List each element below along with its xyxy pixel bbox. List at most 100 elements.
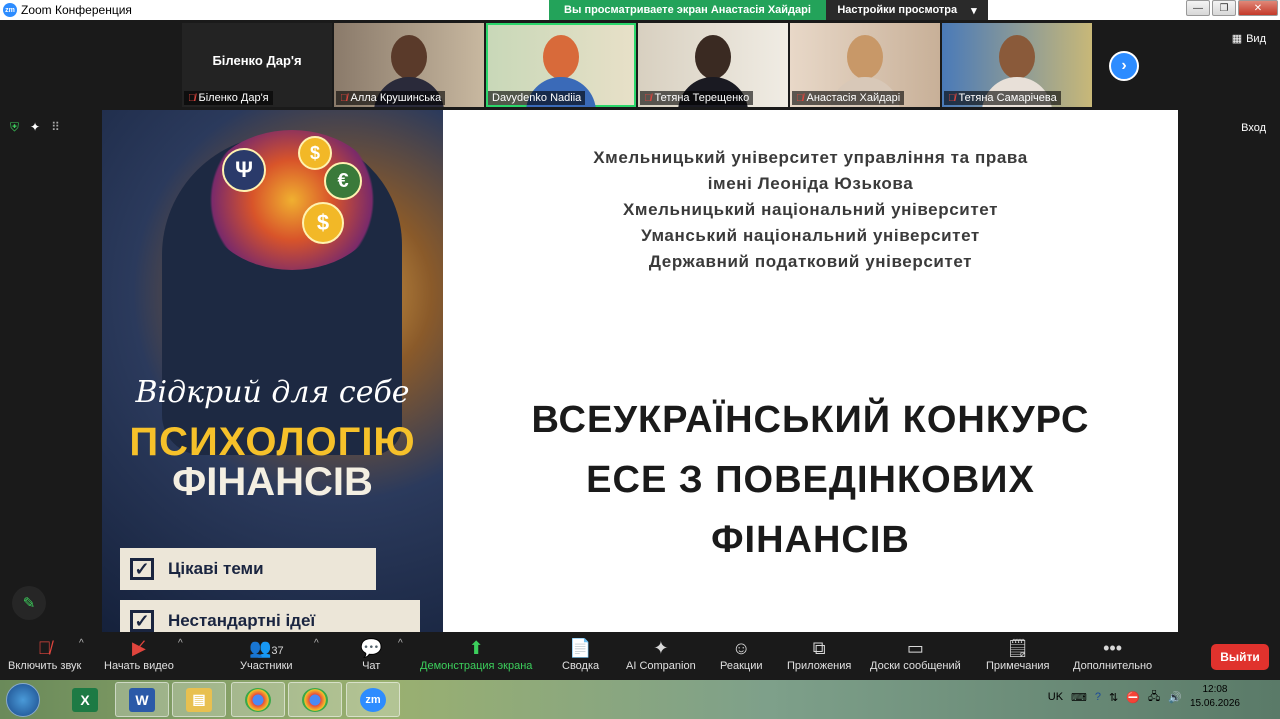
participant-label: 🎙̸ Тетяна Терещенко bbox=[640, 91, 754, 105]
screen-share-banner: Вы просматриваете экран Анастасія Хайдар… bbox=[549, 0, 826, 20]
euro-coin-icon: € bbox=[324, 162, 362, 200]
poster-check-label: Цікаві теми bbox=[168, 559, 264, 578]
participant-video-head bbox=[695, 35, 731, 79]
poster-check-item: ✓ Цікаві теми bbox=[120, 548, 376, 590]
tray-expand-icon[interactable]: ⇅ bbox=[1109, 691, 1118, 704]
participant-video-head bbox=[847, 35, 883, 79]
keyboard-icon[interactable]: ⌨ bbox=[1071, 691, 1087, 704]
leave-meeting-button[interactable]: Выйти bbox=[1211, 644, 1269, 670]
help-icon[interactable]: ? bbox=[1095, 691, 1101, 703]
taskbar-app-excel[interactable]: X bbox=[58, 682, 112, 717]
video-options-caret[interactable]: ^ bbox=[178, 638, 183, 649]
participant-tile[interactable]: 🎙̸ Анастасія Хайдарі bbox=[790, 23, 940, 107]
share-screen-label: Демонстрация экрана bbox=[420, 660, 533, 672]
university-line: Державний податковий університет bbox=[648, 252, 973, 271]
contest-title-line: ЕСЕ З ПОВЕДІНКОВИХ bbox=[586, 459, 1035, 501]
chevron-down-icon: ▾ bbox=[971, 4, 977, 17]
view-button[interactable]: ▦ Вид bbox=[1232, 32, 1266, 46]
participant-video-head bbox=[391, 35, 427, 79]
taskbar-clock[interactable]: 12:08 15.06.2026 bbox=[1190, 683, 1240, 711]
taskbar-app-chrome-profile[interactable] bbox=[288, 682, 342, 717]
mic-muted-icon: 🎙̸ bbox=[796, 92, 804, 104]
poster-image: Ψ $ € $ Відкрий для себе ПСИХОЛОГІЮ ФІНА… bbox=[102, 110, 443, 632]
poster-headline-2: ФІНАНСІВ bbox=[172, 460, 373, 504]
ai-companion-label: AI Companion bbox=[626, 660, 696, 672]
participant-tile[interactable]: Біленко Дар'я 🎙̸ Біленко Дар'я bbox=[182, 23, 332, 107]
participant-label: 🎙̸ Анастасія Хайдарі bbox=[792, 91, 905, 105]
dollar-coin-icon: $ bbox=[298, 136, 332, 170]
participants-button[interactable]: 👥37 Участники bbox=[240, 636, 293, 672]
language-indicator[interactable]: UK bbox=[1048, 691, 1063, 703]
participant-tile[interactable]: 🎙̸ Тетяна Терещенко bbox=[638, 23, 788, 107]
leave-label: Выйти bbox=[1220, 650, 1260, 664]
university-line: імені Леоніда Юзькова bbox=[707, 174, 914, 193]
zoom-icon: zm bbox=[360, 687, 386, 712]
taskbar-app-word[interactable]: W bbox=[115, 682, 169, 717]
taskbar-app-explorer[interactable]: ▤ bbox=[172, 682, 226, 717]
volume-icon[interactable]: 🔊 bbox=[1168, 691, 1182, 704]
participant-tile[interactable]: 🎙̸ Алла Крушинська bbox=[334, 23, 484, 107]
sparkle-icon[interactable]: ✦ bbox=[30, 120, 40, 135]
windows-start-button[interactable] bbox=[6, 683, 40, 717]
next-participants-button[interactable]: › bbox=[1109, 51, 1139, 81]
share-screen-icon: ⬆ bbox=[468, 638, 484, 658]
participants-options-caret[interactable]: ^ bbox=[314, 638, 319, 649]
chat-icon: 💬 bbox=[360, 638, 383, 658]
grid-icon[interactable]: ⠿ bbox=[51, 120, 60, 135]
camera-off-icon: ▶̸ bbox=[132, 638, 146, 658]
contest-title-line: ВСЕУКРАЇНСЬКИЙ КОНКУРС bbox=[531, 399, 1090, 441]
participant-video-head bbox=[543, 35, 579, 79]
folder-icon: ▤ bbox=[186, 687, 212, 712]
close-button[interactable]: ✕ bbox=[1238, 0, 1278, 16]
chevron-right-icon: › bbox=[1121, 57, 1127, 74]
more-button[interactable]: ••• Дополнительно bbox=[1073, 636, 1152, 672]
poster-headline-1: ПСИХОЛОГІЮ bbox=[129, 420, 416, 464]
summary-icon: 📄 bbox=[569, 638, 592, 658]
participant-label: 🎙̸ Тетяна Самарічева bbox=[944, 91, 1061, 105]
whiteboards-label: Доски сообщений bbox=[870, 660, 961, 672]
chrome-icon bbox=[302, 687, 328, 712]
chat-button[interactable]: 💬 Чат bbox=[360, 636, 382, 672]
participant-tile-active-speaker[interactable]: Davydenko Nadiia bbox=[486, 23, 636, 107]
participant-name: Davydenko Nadiia bbox=[492, 92, 582, 104]
participant-tile[interactable]: 🎙̸ Тетяна Самарічева bbox=[942, 23, 1092, 107]
share-screen-button[interactable]: ⬆ Демонстрация экрана bbox=[420, 636, 532, 672]
ai-companion-button[interactable]: ✦ AI Companion bbox=[626, 636, 696, 672]
participant-name: Тетяна Самарічева bbox=[958, 92, 1057, 104]
participant-label: 🎙̸ Алла Крушинська bbox=[336, 91, 446, 105]
smiley-icon: ☺ bbox=[732, 638, 751, 658]
unmute-button[interactable]: 🎙̸ Включить звук bbox=[8, 636, 81, 672]
start-video-button[interactable]: ▶̸ Начать видео bbox=[104, 636, 174, 672]
windows-taskbar: X W ▤ zm UK ⌨ ? ⇅ ⛔ 🖧 🔊 12:08 15.06.2026 bbox=[0, 680, 1280, 719]
poster-check-item: ✓ Нестандартні ідеї bbox=[120, 600, 420, 632]
minimize-button[interactable]: — bbox=[1186, 0, 1210, 16]
view-label: Вид bbox=[1246, 32, 1266, 45]
summary-button[interactable]: 📄 Сводка bbox=[562, 636, 599, 672]
view-settings-button[interactable]: Настройки просмотра ▾ bbox=[826, 0, 988, 20]
participants-label: Участники bbox=[240, 660, 293, 672]
audio-options-caret[interactable]: ^ bbox=[79, 638, 84, 649]
antivirus-icon[interactable]: ⛔ bbox=[1126, 691, 1140, 704]
reactions-button[interactable]: ☺ Реакции bbox=[720, 636, 763, 672]
whiteboard-icon: ▭ bbox=[906, 638, 924, 658]
maximize-button[interactable]: ❐ bbox=[1212, 0, 1236, 16]
chrome-icon bbox=[245, 687, 271, 712]
exit-fullscreen-button[interactable]: Вход bbox=[1241, 122, 1266, 134]
taskbar-app-zoom[interactable]: zm bbox=[346, 682, 400, 717]
notes-button[interactable]: 🗒 Примечания bbox=[986, 636, 1050, 672]
network-icon[interactable]: 🖧 bbox=[1148, 688, 1160, 707]
clock-date: 15.06.2026 bbox=[1189, 698, 1240, 709]
poster-script-line: Відкрий для себе bbox=[135, 375, 410, 410]
whiteboards-button[interactable]: ▭ Доски сообщений bbox=[870, 636, 961, 672]
apps-button[interactable]: ⧉ Приложения bbox=[787, 636, 851, 672]
participant-video-head bbox=[999, 35, 1035, 79]
meeting-toolbar: 🎙̸ Включить звук ^ ▶̸ Начать видео ^ 👥37… bbox=[0, 632, 1280, 680]
annotate-pencil-button[interactable]: ✎ bbox=[12, 586, 46, 620]
poster-check-label: Нестандартні ідеї bbox=[168, 611, 316, 630]
reactions-label: Реакции bbox=[720, 660, 763, 672]
shield-icon[interactable]: ⛨ bbox=[10, 120, 19, 135]
chat-options-caret[interactable]: ^ bbox=[398, 638, 403, 649]
taskbar-app-chrome[interactable] bbox=[231, 682, 285, 717]
share-banner-text: Вы просматриваете экран Анастасія Хайдар… bbox=[564, 4, 811, 16]
university-line: Хмельницький національний університет bbox=[622, 200, 999, 219]
